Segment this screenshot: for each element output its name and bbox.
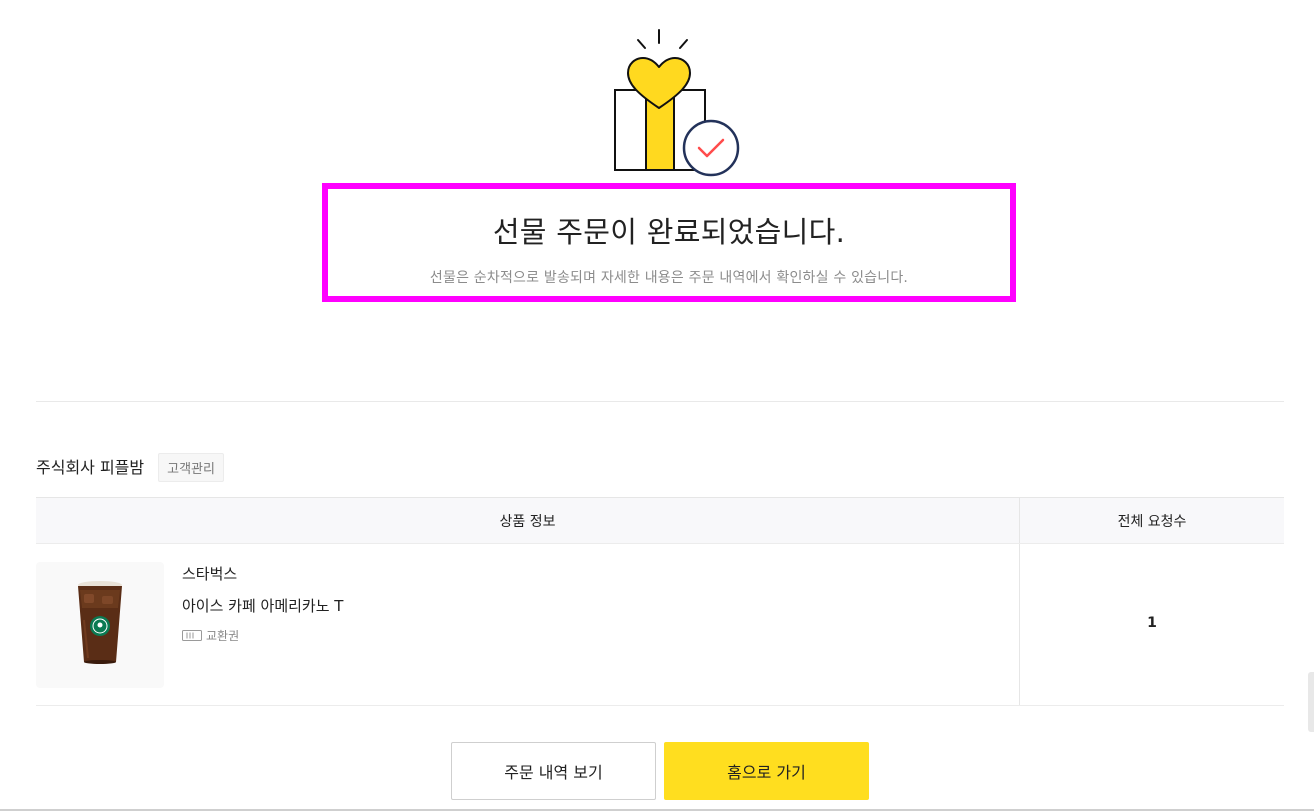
seller-row: 주식회사 피플밤 고객관리 [36, 449, 224, 482]
column-header-product: 상품 정보 [499, 513, 556, 530]
table-header: 상품 정보 전체 요청수 [36, 497, 1284, 544]
iced-coffee-icon [75, 580, 125, 670]
go-home-button[interactable]: 홈으로 가기 [664, 742, 869, 800]
product-type: 교환권 [182, 627, 343, 644]
request-count: 1 [1019, 544, 1284, 705]
page-subtitle: 선물은 순차적으로 발송되며 자세한 내용은 주문 내역에서 확인하실 수 있습… [429, 270, 909, 286]
product-cell: 스타벅스 아이스 카페 아메리카노 T 교환권 [36, 544, 1019, 705]
column-header-count: 전체 요청수 [1019, 498, 1284, 543]
product-info: 스타벅스 아이스 카페 아메리카노 T 교환권 [182, 562, 343, 705]
ticket-icon [182, 630, 202, 641]
order-table: 상품 정보 전체 요청수 스타벅스 아이스 카페 아메리카노 T 교환권 1 [36, 497, 1284, 706]
page-title: 선물 주문이 완료되었습니다. [492, 215, 846, 249]
order-complete-message-box: 선물 주문이 완료되었습니다. 선물은 순차적으로 발송되며 자세한 내용은 주… [322, 183, 1016, 302]
product-name: 아이스 카페 아메리카노 T [182, 597, 344, 615]
floating-edge-tab[interactable] [1308, 672, 1314, 732]
table-row: 스타벅스 아이스 카페 아메리카노 T 교환권 1 [36, 544, 1284, 706]
section-divider [36, 401, 1284, 402]
seller-name: 주식회사 피플밤 [36, 457, 145, 477]
order-complete-page: 선물 주문이 완료되었습니다. 선물은 순차적으로 발송되며 자세한 내용은 주… [0, 0, 1314, 811]
view-order-history-button[interactable]: 주문 내역 보기 [451, 742, 656, 800]
product-thumbnail [36, 562, 164, 688]
product-brand: 스타벅스 [182, 565, 238, 583]
customer-service-button[interactable]: 고객관리 [158, 453, 224, 482]
gift-heart-check-icon [600, 24, 750, 180]
product-type-label: 교환권 [206, 629, 240, 643]
